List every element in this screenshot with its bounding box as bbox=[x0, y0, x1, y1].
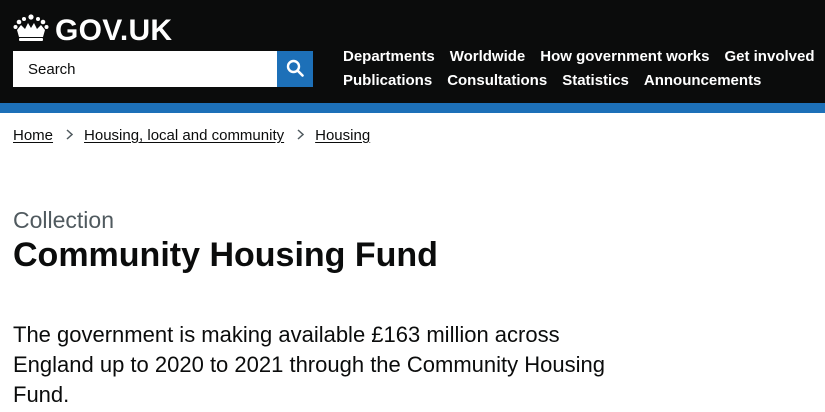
breadcrumb-link-home[interactable]: Home bbox=[13, 127, 53, 144]
nav-link-how-government-works[interactable]: How government works bbox=[540, 47, 709, 67]
crown-icon bbox=[13, 13, 55, 48]
page-caption: Collection bbox=[13, 207, 114, 233]
chevron-right-icon bbox=[66, 127, 74, 144]
chevron-right-icon bbox=[297, 127, 305, 144]
nav-link-get-involved[interactable]: Get involved bbox=[724, 47, 814, 67]
nav-link-publications[interactable]: Publications bbox=[343, 71, 432, 91]
breadcrumb-link-housing-local-community[interactable]: Housing, local and community bbox=[84, 127, 284, 144]
search-form bbox=[13, 51, 313, 87]
nav-link-announcements[interactable]: Announcements bbox=[644, 71, 762, 91]
search-input[interactable] bbox=[13, 51, 277, 87]
govuk-logo-link[interactable]: GOV.UK bbox=[13, 13, 172, 48]
site-header: GOV.UK Departments Worldwide How governm… bbox=[0, 0, 825, 103]
main-nav: Departments Worldwide How government wor… bbox=[343, 47, 825, 91]
search-icon bbox=[286, 59, 304, 80]
nav-link-worldwide[interactable]: Worldwide bbox=[450, 47, 526, 67]
lead-paragraph: The government is making available £163 … bbox=[13, 322, 605, 407]
page-title: Community Housing Fund bbox=[13, 236, 438, 274]
breadcrumb: Home Housing, local and community Housin… bbox=[13, 127, 370, 144]
breadcrumb-link-housing[interactable]: Housing bbox=[315, 127, 370, 144]
nav-link-consultations[interactable]: Consultations bbox=[447, 71, 547, 91]
nav-link-statistics[interactable]: Statistics bbox=[562, 71, 629, 91]
nav-link-departments[interactable]: Departments bbox=[343, 47, 435, 67]
logo-text: GOV.UK bbox=[55, 13, 173, 47]
search-button[interactable] bbox=[277, 51, 313, 87]
header-accent-bar bbox=[0, 103, 825, 113]
